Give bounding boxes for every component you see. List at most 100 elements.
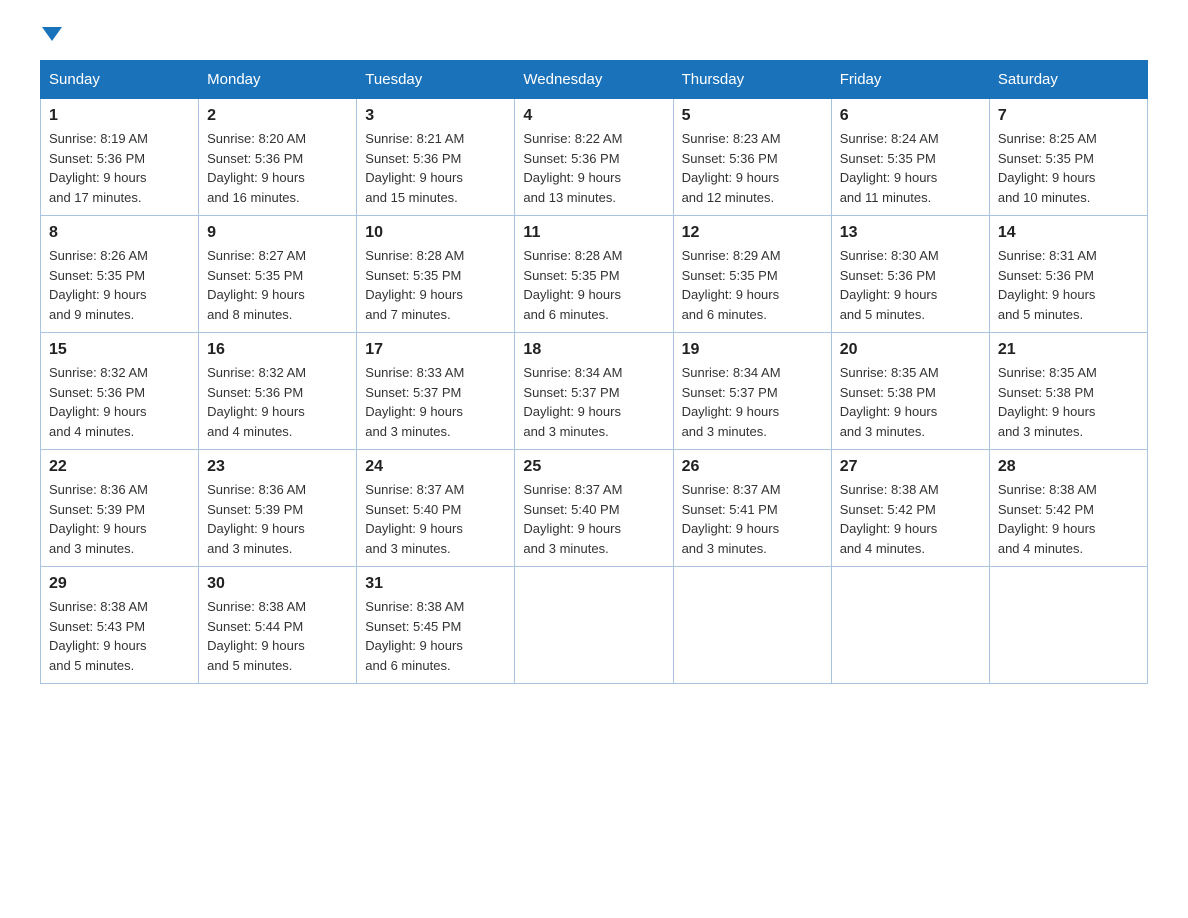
calendar-cell: 4 Sunrise: 8:22 AMSunset: 5:36 PMDayligh… <box>515 99 673 216</box>
day-info: Sunrise: 8:20 AMSunset: 5:36 PMDaylight:… <box>207 131 306 205</box>
calendar-cell: 21 Sunrise: 8:35 AMSunset: 5:38 PMDaylig… <box>989 333 1147 450</box>
day-number: 28 <box>998 458 1139 476</box>
calendar-cell: 23 Sunrise: 8:36 AMSunset: 5:39 PMDaylig… <box>199 450 357 567</box>
day-info: Sunrise: 8:26 AMSunset: 5:35 PMDaylight:… <box>49 248 148 322</box>
day-number: 27 <box>840 458 981 476</box>
calendar-cell <box>673 567 831 684</box>
calendar-week-row: 8 Sunrise: 8:26 AMSunset: 5:35 PMDayligh… <box>41 216 1148 333</box>
day-number: 5 <box>682 107 823 125</box>
day-info: Sunrise: 8:33 AMSunset: 5:37 PMDaylight:… <box>365 365 464 439</box>
calendar-cell: 3 Sunrise: 8:21 AMSunset: 5:36 PMDayligh… <box>357 99 515 216</box>
day-number: 9 <box>207 224 348 242</box>
day-number: 30 <box>207 575 348 593</box>
day-info: Sunrise: 8:38 AMSunset: 5:44 PMDaylight:… <box>207 599 306 673</box>
day-number: 25 <box>523 458 664 476</box>
day-number: 19 <box>682 341 823 359</box>
day-number: 11 <box>523 224 664 242</box>
calendar-cell: 2 Sunrise: 8:20 AMSunset: 5:36 PMDayligh… <box>199 99 357 216</box>
day-number: 14 <box>998 224 1139 242</box>
calendar-week-row: 15 Sunrise: 8:32 AMSunset: 5:36 PMDaylig… <box>41 333 1148 450</box>
day-number: 10 <box>365 224 506 242</box>
day-number: 23 <box>207 458 348 476</box>
day-info: Sunrise: 8:32 AMSunset: 5:36 PMDaylight:… <box>49 365 148 439</box>
day-info: Sunrise: 8:34 AMSunset: 5:37 PMDaylight:… <box>682 365 781 439</box>
day-info: Sunrise: 8:38 AMSunset: 5:42 PMDaylight:… <box>840 482 939 556</box>
calendar-cell <box>989 567 1147 684</box>
day-number: 29 <box>49 575 190 593</box>
logo-arrow-icon <box>42 27 62 41</box>
calendar-cell: 22 Sunrise: 8:36 AMSunset: 5:39 PMDaylig… <box>41 450 199 567</box>
day-info: Sunrise: 8:34 AMSunset: 5:37 PMDaylight:… <box>523 365 622 439</box>
column-header-thursday: Thursday <box>673 61 831 99</box>
column-header-friday: Friday <box>831 61 989 99</box>
day-info: Sunrise: 8:38 AMSunset: 5:43 PMDaylight:… <box>49 599 148 673</box>
day-info: Sunrise: 8:38 AMSunset: 5:42 PMDaylight:… <box>998 482 1097 556</box>
day-number: 17 <box>365 341 506 359</box>
day-info: Sunrise: 8:24 AMSunset: 5:35 PMDaylight:… <box>840 131 939 205</box>
calendar-cell: 20 Sunrise: 8:35 AMSunset: 5:38 PMDaylig… <box>831 333 989 450</box>
day-info: Sunrise: 8:37 AMSunset: 5:40 PMDaylight:… <box>523 482 622 556</box>
day-info: Sunrise: 8:38 AMSunset: 5:45 PMDaylight:… <box>365 599 464 673</box>
calendar-cell: 13 Sunrise: 8:30 AMSunset: 5:36 PMDaylig… <box>831 216 989 333</box>
day-number: 3 <box>365 107 506 125</box>
calendar-cell: 12 Sunrise: 8:29 AMSunset: 5:35 PMDaylig… <box>673 216 831 333</box>
day-number: 15 <box>49 341 190 359</box>
day-info: Sunrise: 8:36 AMSunset: 5:39 PMDaylight:… <box>49 482 148 556</box>
day-info: Sunrise: 8:32 AMSunset: 5:36 PMDaylight:… <box>207 365 306 439</box>
calendar-cell: 1 Sunrise: 8:19 AMSunset: 5:36 PMDayligh… <box>41 99 199 216</box>
day-number: 26 <box>682 458 823 476</box>
logo <box>40 30 62 40</box>
day-number: 16 <box>207 341 348 359</box>
day-info: Sunrise: 8:37 AMSunset: 5:41 PMDaylight:… <box>682 482 781 556</box>
day-info: Sunrise: 8:28 AMSunset: 5:35 PMDaylight:… <box>365 248 464 322</box>
day-info: Sunrise: 8:23 AMSunset: 5:36 PMDaylight:… <box>682 131 781 205</box>
calendar-cell <box>831 567 989 684</box>
calendar-cell: 14 Sunrise: 8:31 AMSunset: 5:36 PMDaylig… <box>989 216 1147 333</box>
day-number: 4 <box>523 107 664 125</box>
day-info: Sunrise: 8:29 AMSunset: 5:35 PMDaylight:… <box>682 248 781 322</box>
calendar-cell: 10 Sunrise: 8:28 AMSunset: 5:35 PMDaylig… <box>357 216 515 333</box>
calendar-cell: 29 Sunrise: 8:38 AMSunset: 5:43 PMDaylig… <box>41 567 199 684</box>
column-header-saturday: Saturday <box>989 61 1147 99</box>
column-header-sunday: Sunday <box>41 61 199 99</box>
day-info: Sunrise: 8:21 AMSunset: 5:36 PMDaylight:… <box>365 131 464 205</box>
day-number: 21 <box>998 341 1139 359</box>
column-header-tuesday: Tuesday <box>357 61 515 99</box>
calendar-table: SundayMondayTuesdayWednesdayThursdayFrid… <box>40 60 1148 684</box>
day-info: Sunrise: 8:27 AMSunset: 5:35 PMDaylight:… <box>207 248 306 322</box>
calendar-cell: 16 Sunrise: 8:32 AMSunset: 5:36 PMDaylig… <box>199 333 357 450</box>
day-info: Sunrise: 8:19 AMSunset: 5:36 PMDaylight:… <box>49 131 148 205</box>
calendar-cell: 15 Sunrise: 8:32 AMSunset: 5:36 PMDaylig… <box>41 333 199 450</box>
page-header <box>40 30 1148 40</box>
calendar-cell: 25 Sunrise: 8:37 AMSunset: 5:40 PMDaylig… <box>515 450 673 567</box>
day-info: Sunrise: 8:35 AMSunset: 5:38 PMDaylight:… <box>840 365 939 439</box>
calendar-cell: 11 Sunrise: 8:28 AMSunset: 5:35 PMDaylig… <box>515 216 673 333</box>
day-info: Sunrise: 8:28 AMSunset: 5:35 PMDaylight:… <box>523 248 622 322</box>
calendar-week-row: 29 Sunrise: 8:38 AMSunset: 5:43 PMDaylig… <box>41 567 1148 684</box>
day-number: 6 <box>840 107 981 125</box>
calendar-header-row: SundayMondayTuesdayWednesdayThursdayFrid… <box>41 61 1148 99</box>
calendar-cell: 17 Sunrise: 8:33 AMSunset: 5:37 PMDaylig… <box>357 333 515 450</box>
column-header-monday: Monday <box>199 61 357 99</box>
calendar-week-row: 1 Sunrise: 8:19 AMSunset: 5:36 PMDayligh… <box>41 99 1148 216</box>
calendar-week-row: 22 Sunrise: 8:36 AMSunset: 5:39 PMDaylig… <box>41 450 1148 567</box>
calendar-cell: 5 Sunrise: 8:23 AMSunset: 5:36 PMDayligh… <box>673 99 831 216</box>
day-info: Sunrise: 8:37 AMSunset: 5:40 PMDaylight:… <box>365 482 464 556</box>
day-info: Sunrise: 8:22 AMSunset: 5:36 PMDaylight:… <box>523 131 622 205</box>
calendar-cell: 27 Sunrise: 8:38 AMSunset: 5:42 PMDaylig… <box>831 450 989 567</box>
day-info: Sunrise: 8:30 AMSunset: 5:36 PMDaylight:… <box>840 248 939 322</box>
day-info: Sunrise: 8:31 AMSunset: 5:36 PMDaylight:… <box>998 248 1097 322</box>
day-number: 2 <box>207 107 348 125</box>
calendar-cell: 24 Sunrise: 8:37 AMSunset: 5:40 PMDaylig… <box>357 450 515 567</box>
day-number: 24 <box>365 458 506 476</box>
calendar-cell: 9 Sunrise: 8:27 AMSunset: 5:35 PMDayligh… <box>199 216 357 333</box>
calendar-cell: 8 Sunrise: 8:26 AMSunset: 5:35 PMDayligh… <box>41 216 199 333</box>
calendar-cell: 7 Sunrise: 8:25 AMSunset: 5:35 PMDayligh… <box>989 99 1147 216</box>
calendar-cell: 19 Sunrise: 8:34 AMSunset: 5:37 PMDaylig… <box>673 333 831 450</box>
day-info: Sunrise: 8:35 AMSunset: 5:38 PMDaylight:… <box>998 365 1097 439</box>
day-number: 8 <box>49 224 190 242</box>
day-info: Sunrise: 8:25 AMSunset: 5:35 PMDaylight:… <box>998 131 1097 205</box>
day-number: 20 <box>840 341 981 359</box>
day-number: 18 <box>523 341 664 359</box>
day-number: 7 <box>998 107 1139 125</box>
